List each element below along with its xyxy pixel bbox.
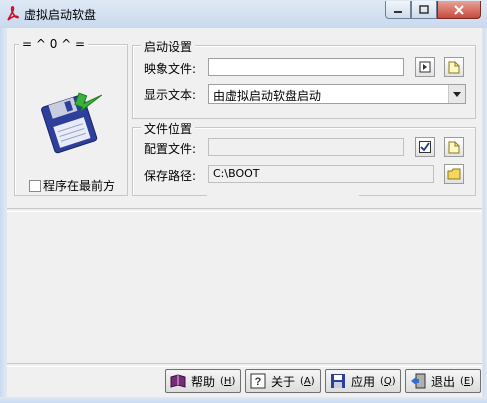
always-on-top-label: 程序在最前方	[43, 179, 116, 193]
window-title: 虚拟启动软盘	[24, 8, 97, 22]
browse-icon	[419, 61, 431, 73]
about-key: (A)	[300, 375, 315, 387]
display-text-label: 显示文本:	[144, 88, 197, 102]
pdf-app-icon	[7, 6, 19, 21]
config-open-button[interactable]	[444, 137, 464, 157]
startup-settings-legend: 启动设置	[141, 38, 196, 55]
close-button[interactable]	[437, 1, 481, 19]
file-location-group: 文件位置 配置文件: 保存路径: C:\BOOT	[132, 120, 476, 196]
folder-icon	[448, 141, 460, 154]
help-label: 帮助	[191, 374, 216, 389]
about-label: 关于	[271, 374, 296, 389]
title-bar: 虚拟启动软盘	[0, 0, 487, 29]
panel-gap	[207, 194, 359, 208]
checkmark-icon	[419, 141, 431, 153]
question-icon: ?	[250, 373, 266, 389]
always-on-top-checkbox[interactable]	[29, 180, 41, 192]
help-button[interactable]: 帮助 (H)	[165, 369, 241, 393]
exit-door-icon	[411, 373, 426, 389]
apply-label: 应用	[351, 374, 376, 389]
dropdown-button[interactable]	[448, 85, 465, 103]
app-window: 虚拟启动软盘 = ^ 0 ^ = 程序在最前方 启动设置 映象文件: 显示文本:…	[0, 0, 487, 403]
startup-settings-group: 启动设置 映象文件: 显示文本: 由虚拟启动软盘启动	[132, 38, 476, 119]
svg-text:?: ?	[255, 376, 262, 388]
save-path-label: 保存路径:	[144, 169, 197, 183]
button-bar-divider	[7, 363, 482, 367]
config-file-label: 配置文件:	[144, 142, 197, 156]
display-text-select[interactable]: 由虚拟启动软盘启动	[208, 84, 466, 104]
maximize-button[interactable]	[411, 1, 437, 19]
book-icon	[170, 374, 186, 388]
display-text-value: 由虚拟启动软盘启动	[213, 89, 322, 103]
exit-key: (E)	[460, 375, 475, 387]
image-file-input[interactable]	[208, 58, 404, 76]
save-path-folder-button[interactable]	[444, 164, 464, 184]
minimize-icon	[394, 10, 402, 13]
config-check-button[interactable]	[415, 137, 435, 157]
file-location-legend: 文件位置	[141, 120, 196, 137]
config-file-input[interactable]	[208, 138, 404, 156]
image-open-button[interactable]	[444, 57, 464, 77]
apply-key: (Q)	[380, 375, 396, 387]
maximize-icon	[419, 4, 429, 14]
bottom-window-border	[0, 397, 487, 403]
window-controls	[385, 1, 481, 21]
folder-icon	[447, 168, 461, 180]
panel-divider	[7, 208, 482, 212]
client-area: = ^ 0 ^ = 程序在最前方 启动设置 映象文件: 显示文本: 由虚拟启动软…	[6, 28, 483, 397]
save-icon	[331, 374, 345, 388]
folder-icon	[448, 61, 460, 74]
floppy-disk-icon	[41, 92, 103, 154]
about-button[interactable]: ? 关于 (A)	[245, 369, 321, 393]
minimize-button[interactable]	[385, 1, 411, 19]
save-path-input[interactable]: C:\BOOT	[208, 165, 434, 183]
chevron-down-icon	[453, 91, 461, 97]
close-icon	[454, 4, 464, 15]
apply-button[interactable]: 应用 (Q)	[325, 369, 401, 393]
help-key: (H)	[220, 375, 236, 387]
image-browse-button[interactable]	[415, 57, 435, 77]
left-panel-legend: = ^ 0 ^ =	[19, 37, 89, 51]
left-panel: = ^ 0 ^ = 程序在最前方	[14, 37, 128, 196]
exit-label: 退出	[431, 374, 456, 389]
image-file-label: 映象文件:	[144, 62, 197, 76]
exit-button[interactable]: 退出 (E)	[405, 369, 481, 393]
